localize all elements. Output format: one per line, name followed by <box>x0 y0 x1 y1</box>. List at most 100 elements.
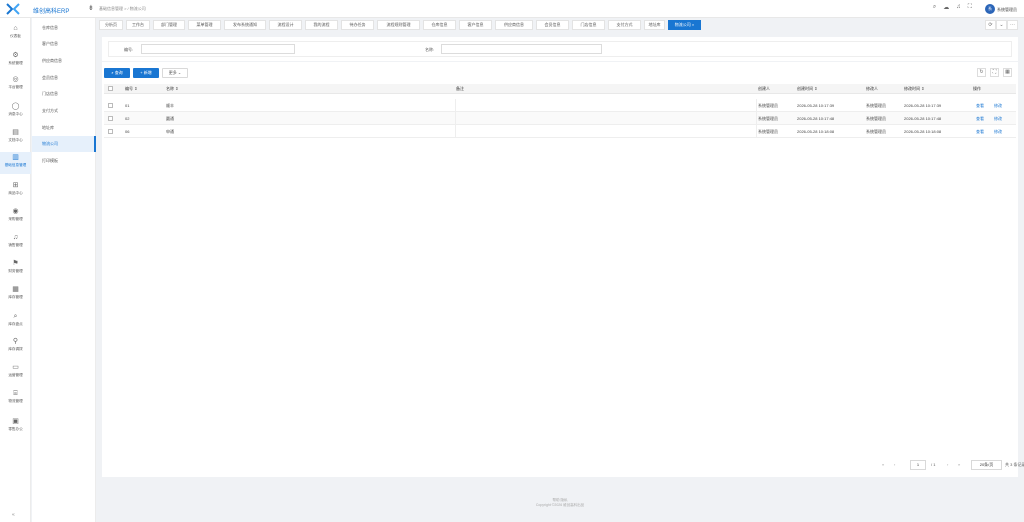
code-input[interactable] <box>141 44 295 54</box>
submenu-item-print-template[interactable]: 打印模板 <box>32 153 96 169</box>
cloud-icon[interactable]: ☁ <box>943 4 949 11</box>
fullscreen-icon[interactable]: ⛶ <box>990 68 999 77</box>
submenu-item-customer[interactable]: 客户信息 <box>32 36 96 52</box>
document-icon: ▤ <box>12 129 19 136</box>
search-icon[interactable]: ⌕ <box>933 4 936 11</box>
sidebar-item-retail[interactable]: ▣ 零售办公 <box>0 416 31 438</box>
cell-created: 2026-05-28 10:18:08 <box>797 129 835 134</box>
col-modified[interactable]: 修改时间 ⇕ <box>904 84 924 94</box>
cell-name: 申通 <box>166 129 174 134</box>
add-button[interactable]: + 新增 <box>133 68 159 78</box>
sidebar-item-sales[interactable]: ♫ 销售管理 <box>0 232 31 254</box>
more-icon[interactable]: ⋯ <box>1007 20 1018 30</box>
col-remark: 备注 <box>456 86 464 91</box>
tab-address[interactable]: 地址库 <box>644 20 665 30</box>
search-panel: 编号: 名称: <box>102 37 1018 61</box>
globe-icon: ◎ <box>12 76 19 83</box>
tab-member[interactable]: 会员信息 <box>536 20 569 30</box>
flag-icon: ⚑ <box>12 260 19 267</box>
fullscreen-icon[interactable]: ⛶ <box>968 4 972 11</box>
submenu-item-member[interactable]: 会员信息 <box>32 70 96 86</box>
name-input[interactable] <box>441 44 602 54</box>
sidebar-item-transfer[interactable]: ⚲ 库存调拨 <box>0 336 31 358</box>
tab-todo[interactable]: 待办任务 <box>341 20 374 30</box>
sidebar-item-dashboard[interactable]: ⌂ 仪表板 <box>0 23 31 45</box>
sidebar-item-stocktake[interactable]: ⌕ 库存盘点 <box>0 311 31 333</box>
next-page-icon[interactable]: › <box>947 460 948 470</box>
refresh-tab-icon[interactable]: ⟳ <box>985 20 996 30</box>
menu-toggle-icon[interactable]: ⇟ <box>88 4 94 12</box>
sidebar-item-inventory[interactable]: ▦ 库存管理 <box>0 284 31 306</box>
sidebar-item-logistics[interactable]: ⌸ 物流管理 <box>0 388 31 410</box>
table-row[interactable]: 02 圆通 系统管理员 2026-05-28 10:17:48 系统管理员 20… <box>104 112 1016 125</box>
last-page-icon[interactable]: » <box>958 460 960 470</box>
refresh-icon[interactable]: ↻ <box>977 68 986 77</box>
view-link[interactable]: 查看 <box>976 112 984 125</box>
page-number-input[interactable]: 1 <box>910 460 926 470</box>
sidebar-item-purchase[interactable]: ◉ 采购管理 <box>0 206 31 228</box>
tab-tools: ⟳ ⌄ ⋯ <box>985 20 1018 30</box>
view-link[interactable]: 查看 <box>976 125 984 138</box>
tab-logistics[interactable]: 物流公司 × <box>668 20 701 30</box>
select-all-checkbox[interactable] <box>108 86 113 91</box>
prev-page-icon[interactable]: ‹ <box>894 460 895 470</box>
tab-flow-rules[interactable]: 流程规则管理 <box>377 20 420 30</box>
tab-supplier[interactable]: 供应商信息 <box>495 20 533 30</box>
tab-my-flow[interactable]: 我的流程 <box>305 20 338 30</box>
top-bar: 维创高科ERP ⇟ 基础信息管理 > / 物流公司 ⌕ ☁ ♫ ⛶ 系 系统管理… <box>0 0 1024 18</box>
tab-workbench[interactable]: 工作台 <box>126 20 150 30</box>
edit-link[interactable]: 修改 <box>994 125 1002 138</box>
table-row[interactable]: 06 申通 系统管理员 2026-05-28 10:18:08 系统管理员 20… <box>104 125 1016 138</box>
tab-menu[interactable]: 菜单管理 <box>188 20 221 30</box>
edit-link[interactable]: 修改 <box>994 99 1002 112</box>
pin-icon: ⚲ <box>12 338 19 345</box>
edit-link[interactable]: 修改 <box>994 112 1002 125</box>
first-page-icon[interactable]: « <box>882 460 884 470</box>
collapse-sidebar-icon[interactable]: « <box>12 512 15 518</box>
view-link[interactable]: 查看 <box>976 99 984 112</box>
more-button[interactable]: 更多 ⌄ <box>162 68 188 78</box>
submenu-item-address[interactable]: 地址库 <box>32 120 96 136</box>
tab-department[interactable]: 部门管理 <box>153 20 185 30</box>
sidebar-item-operations[interactable]: ▭ 运营管理 <box>0 362 31 384</box>
row-checkbox[interactable] <box>108 116 113 121</box>
chevron-down-icon[interactable]: ⌄ <box>996 20 1007 30</box>
bell-icon[interactable]: ♫ <box>956 4 961 11</box>
submenu-item-supplier[interactable]: 供应商信息 <box>32 53 96 69</box>
sidebar-item-products[interactable]: ⊞ 商品中心 <box>0 180 31 202</box>
tab-warehouse[interactable]: 仓库信息 <box>423 20 456 30</box>
page-size-select[interactable]: 20条/页 <box>971 460 1002 470</box>
avatar[interactable]: 系 <box>985 4 995 14</box>
submenu-item-store[interactable]: 门店信息 <box>32 86 96 102</box>
sidebar-item-basic-info[interactable]: ▥ 基础信息管理 <box>0 152 31 174</box>
submenu-item-payment[interactable]: 支付方式 <box>32 103 96 119</box>
tab-customer[interactable]: 客户信息 <box>459 20 492 30</box>
query-button[interactable]: ⌕ 查询 <box>104 68 130 78</box>
columns-icon[interactable]: ▦ <box>1003 68 1012 77</box>
username[interactable]: 系统管理员 <box>997 7 1017 13</box>
row-checkbox[interactable] <box>108 103 113 108</box>
total-pages: / 1 <box>931 462 936 467</box>
sidebar-item-messages[interactable]: ◯ 消息中心 <box>0 101 31 123</box>
col-created[interactable]: 创建时间 ⇕ <box>797 84 817 94</box>
cell-code: 02 <box>125 116 130 121</box>
sidebar-item-system[interactable]: ⚙ 系统管理 <box>0 50 31 72</box>
code-label: 编号: <box>124 47 134 52</box>
row-checkbox[interactable] <box>108 129 113 134</box>
tab-payment[interactable]: 支付方式 <box>608 20 641 30</box>
tab-notice[interactable]: 发布系统通知 <box>224 20 266 30</box>
submenu-item-logistics-company[interactable]: 物流公司 <box>32 136 96 152</box>
table-row[interactable]: 01 顺丰 系统管理员 2026-05-28 10:17:39 系统管理员 20… <box>104 99 1016 112</box>
tab-store[interactable]: 门店信息 <box>572 20 605 30</box>
table-header: 编号 ⇕ 名称 ⇕ 备注 创建人 创建时间 ⇕ 修改人 修改时间 ⇕ 操作 <box>104 84 1016 94</box>
tab-analysis[interactable]: 分析页 <box>99 20 123 30</box>
sidebar-item-platform[interactable]: ◎ 平台管理 <box>0 74 31 96</box>
col-name[interactable]: 名称 ⇕ <box>166 84 178 94</box>
sidebar-item-finance[interactable]: ⚑ 财务管理 <box>0 258 31 280</box>
submenu-item-warehouse[interactable]: 仓库信息 <box>32 20 96 36</box>
tab-flow-design[interactable]: 流程设计 <box>269 20 302 30</box>
close-icon[interactable]: × <box>692 22 694 27</box>
col-code[interactable]: 编号 ⇕ <box>125 84 137 94</box>
sidebar-item-documents[interactable]: ▤ 文档中心 <box>0 127 31 149</box>
page-tabs: 分析页 工作台 部门管理 菜单管理 发布系统通知 流程设计 我的流程 待办任务 … <box>99 19 1024 31</box>
